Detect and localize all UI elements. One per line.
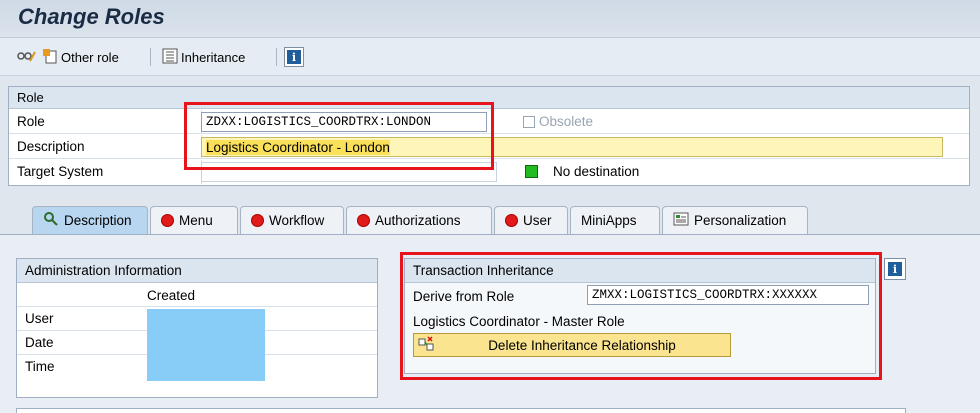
red-status-icon bbox=[161, 214, 174, 227]
admin-info-header: Administration Information bbox=[17, 259, 377, 283]
red-status-icon bbox=[505, 214, 518, 227]
info-icon: i bbox=[284, 47, 304, 67]
role-label: Role bbox=[17, 114, 45, 129]
tab-menu[interactable]: Menu bbox=[150, 206, 238, 234]
personalization-icon bbox=[673, 211, 689, 230]
red-status-icon bbox=[357, 214, 370, 227]
tab-label: Menu bbox=[179, 213, 213, 228]
green-status-icon bbox=[525, 165, 538, 178]
other-role-icon bbox=[42, 48, 58, 67]
highlight-box-inheritance bbox=[400, 252, 882, 380]
info-icon: i bbox=[888, 262, 902, 276]
redacted-values bbox=[147, 309, 265, 381]
toolbar: Other role Inheritance i bbox=[0, 38, 980, 76]
tab-strip: Description Menu Workflow Authorizations… bbox=[0, 206, 980, 234]
date-label: Date bbox=[25, 335, 54, 350]
target-system-label: Target System bbox=[17, 164, 104, 179]
admin-info-box: Administration Information Created User … bbox=[16, 258, 378, 398]
tab-miniapps[interactable]: MiniApps bbox=[570, 206, 660, 234]
tab-label: Authorizations bbox=[375, 213, 461, 228]
bottom-panel bbox=[16, 408, 906, 413]
inheritance-button[interactable]: Inheritance bbox=[162, 46, 245, 68]
tab-label: Workflow bbox=[269, 213, 325, 228]
time-label: Time bbox=[25, 359, 55, 374]
toolbar-separator bbox=[150, 48, 151, 66]
other-role-label: Other role bbox=[61, 49, 119, 65]
red-status-icon bbox=[251, 214, 264, 227]
page-title: Change Roles bbox=[18, 4, 165, 29]
glasses-pencil-icon bbox=[16, 48, 36, 67]
display-change-button[interactable] bbox=[16, 46, 36, 68]
info-button[interactable]: i bbox=[284, 46, 304, 68]
obsolete-checkbox[interactable] bbox=[523, 116, 535, 128]
help-info-button[interactable]: i bbox=[884, 258, 906, 280]
tab-label: Personalization bbox=[694, 213, 787, 228]
tab-authorizations[interactable]: Authorizations bbox=[346, 206, 492, 234]
tab-workflow[interactable]: Workflow bbox=[240, 206, 344, 234]
description-label: Description bbox=[17, 139, 85, 154]
created-row: Created bbox=[17, 283, 377, 307]
tab-user[interactable]: User bbox=[494, 206, 568, 234]
other-role-button[interactable]: Other role bbox=[42, 46, 119, 68]
tab-description[interactable]: Description bbox=[32, 206, 148, 234]
created-label: Created bbox=[147, 288, 196, 303]
inheritance-icon bbox=[162, 48, 178, 67]
tab-label: MiniApps bbox=[581, 213, 637, 228]
tab-label: Description bbox=[64, 213, 132, 228]
user-label: User bbox=[25, 311, 54, 326]
inheritance-label: Inheritance bbox=[181, 49, 246, 65]
tab-label: User bbox=[523, 213, 552, 228]
toolbar-separator bbox=[276, 48, 277, 66]
tab-personalization[interactable]: Personalization bbox=[662, 206, 808, 234]
description-icon bbox=[43, 211, 59, 230]
destination-status: No destination bbox=[553, 164, 640, 179]
obsolete-label: Obsolete bbox=[539, 114, 594, 129]
highlight-box-role bbox=[184, 102, 494, 170]
